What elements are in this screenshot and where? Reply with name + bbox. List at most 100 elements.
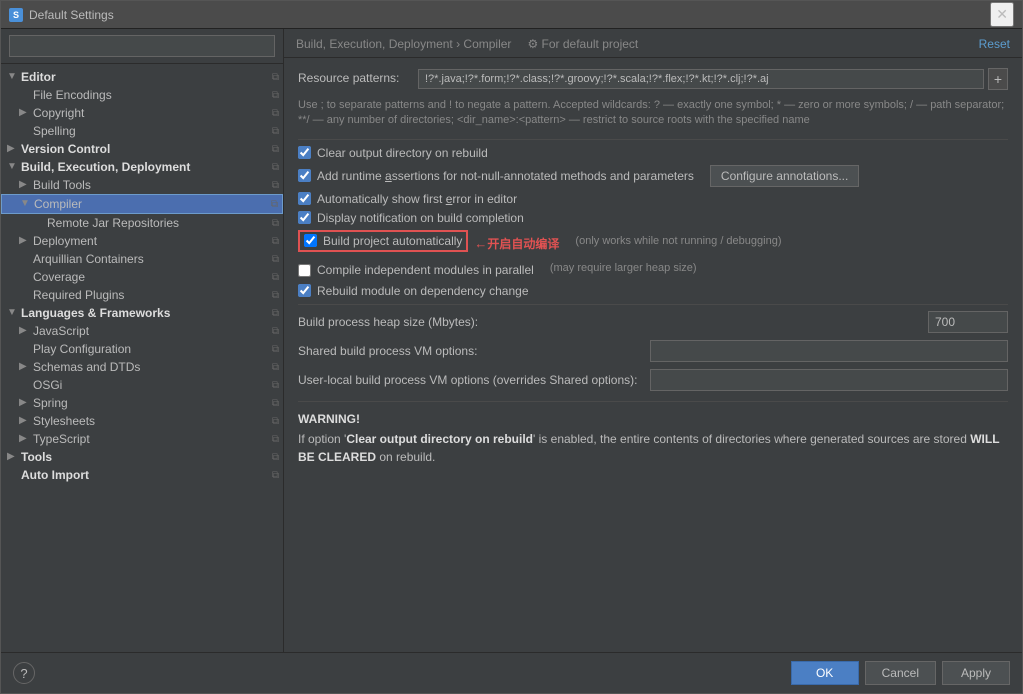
shared-vm-row: Shared build process VM options: bbox=[298, 340, 1008, 362]
runtime-assertions-row: Add runtime assertions for not-null-anno… bbox=[298, 165, 1008, 187]
compile-independent-row: Compile independent modules in parallel … bbox=[298, 262, 1008, 279]
sidebar-item-editor[interactable]: Editor ⧉ bbox=[1, 68, 283, 86]
show-first-error-checkbox[interactable] bbox=[298, 192, 311, 205]
build-auto-checkbox[interactable] bbox=[304, 234, 317, 247]
resource-patterns-label: Resource patterns: bbox=[298, 68, 418, 85]
rebuild-module-label: Rebuild module on dependency change bbox=[317, 284, 529, 298]
compile-independent-note: (may require larger heap size) bbox=[550, 262, 697, 274]
warning-box: WARNING! If option 'Clear output directo… bbox=[298, 401, 1008, 466]
runtime-assertions-checkbox[interactable] bbox=[298, 169, 311, 182]
sidebar-item-javascript[interactable]: JavaScript ⧉ bbox=[1, 322, 283, 340]
resource-patterns-input[interactable] bbox=[418, 69, 984, 89]
clear-output-checkbox[interactable] bbox=[298, 146, 311, 159]
tree-area: Editor ⧉ File Encodings ⧉ Copyright ⧉ Sp… bbox=[1, 64, 283, 652]
shared-vm-label: Shared build process VM options: bbox=[298, 344, 642, 358]
main-content: Editor ⧉ File Encodings ⧉ Copyright ⧉ Sp… bbox=[1, 29, 1022, 652]
rebuild-module-row: Rebuild module on dependency change bbox=[298, 284, 1008, 298]
sidebar-item-version-control[interactable]: Version Control ⧉ bbox=[1, 140, 283, 158]
bottom-left: ? bbox=[13, 662, 35, 684]
sidebar-item-auto-import[interactable]: Auto Import ⧉ bbox=[1, 466, 283, 484]
warning-body: If option 'Clear output directory on reb… bbox=[298, 430, 1008, 466]
compile-independent-label: Compile independent modules in parallel bbox=[317, 263, 534, 277]
rebuild-module-checkbox[interactable] bbox=[298, 284, 311, 297]
sidebar-item-schemas-dtds[interactable]: Schemas and DTDs ⧉ bbox=[1, 358, 283, 376]
display-notification-label: Display notification on build completion bbox=[317, 211, 524, 225]
expand-arrow-lf bbox=[7, 307, 19, 319]
reset-link[interactable]: Reset bbox=[979, 37, 1010, 51]
help-button[interactable]: ? bbox=[13, 662, 35, 684]
build-auto-container: Build project automatically ← 开启自动编译 (on… bbox=[298, 230, 1008, 257]
title-bar-left: S Default Settings bbox=[9, 8, 114, 22]
window-title: Default Settings bbox=[29, 8, 114, 22]
sidebar-item-spring[interactable]: Spring ⧉ bbox=[1, 394, 283, 412]
sidebar-item-remote-jar[interactable]: Remote Jar Repositories ⧉ bbox=[1, 214, 283, 232]
sidebar-item-build-tools[interactable]: Build Tools ⧉ bbox=[1, 176, 283, 194]
search-input[interactable] bbox=[9, 35, 275, 57]
search-box bbox=[1, 29, 283, 64]
resource-patterns-help: Use ; to separate patterns and ! to nega… bbox=[298, 98, 1008, 129]
default-settings-window: S Default Settings ✕ Editor ⧉ File Encod… bbox=[0, 0, 1023, 694]
expand-arrow-vc bbox=[7, 143, 19, 155]
warning-title: WARNING! bbox=[298, 412, 1008, 426]
sidebar-item-stylesheets[interactable]: Stylesheets ⧉ bbox=[1, 412, 283, 430]
cancel-button[interactable]: Cancel bbox=[865, 661, 936, 685]
compile-independent-checkbox[interactable] bbox=[298, 264, 311, 277]
compile-independent-check: Compile independent modules in parallel bbox=[298, 263, 534, 277]
heap-size-label: Build process heap size (Mbytes): bbox=[298, 315, 920, 329]
sidebar-item-build-exec-deploy[interactable]: Build, Execution, Deployment ⧉ bbox=[1, 158, 283, 176]
sidebar-item-languages-frameworks[interactable]: Languages & Frameworks ⧉ bbox=[1, 304, 283, 322]
sidebar-item-compiler[interactable]: Compiler ⧉ bbox=[1, 194, 283, 214]
expand-arrow-deployment bbox=[19, 235, 31, 247]
app-icon: S bbox=[9, 8, 23, 22]
sidebar-item-file-encodings[interactable]: File Encodings ⧉ bbox=[1, 86, 283, 104]
bottom-bar: ? OK Cancel Apply bbox=[1, 652, 1022, 693]
bottom-right: OK Cancel Apply bbox=[791, 661, 1010, 685]
sidebar-item-typescript[interactable]: TypeScript ⧉ bbox=[1, 430, 283, 448]
annotation-arrow: ← bbox=[474, 236, 487, 251]
expand-arrow-copyright bbox=[19, 107, 31, 119]
expand-arrow-stylesheets bbox=[19, 415, 31, 427]
sidebar-item-deployment[interactable]: Deployment ⧉ bbox=[1, 232, 283, 250]
sidebar-item-coverage[interactable]: Coverage ⧉ bbox=[1, 268, 283, 286]
build-auto-label: Build project automatically bbox=[323, 234, 462, 248]
expand-arrow-bed bbox=[7, 161, 19, 173]
build-auto-note: (only works while not running / debuggin… bbox=[575, 235, 781, 247]
sidebar-item-copyright[interactable]: Copyright ⧉ bbox=[1, 104, 283, 122]
add-pattern-button[interactable]: + bbox=[988, 68, 1008, 90]
expand-arrow-spring bbox=[19, 397, 31, 409]
expand-arrow-bt bbox=[19, 179, 31, 191]
shared-vm-input[interactable] bbox=[650, 340, 1008, 362]
sidebar: Editor ⧉ File Encodings ⧉ Copyright ⧉ Sp… bbox=[1, 29, 284, 652]
sidebar-item-spelling[interactable]: Spelling ⧉ bbox=[1, 122, 283, 140]
display-notification-checkbox[interactable] bbox=[298, 211, 311, 224]
sidebar-item-arquillian[interactable]: Arquillian Containers ⧉ bbox=[1, 250, 283, 268]
user-vm-row: User-local build process VM options (ove… bbox=[298, 369, 1008, 391]
runtime-assertions-label: Add runtime assertions for not-null-anno… bbox=[317, 169, 694, 183]
ok-button[interactable]: OK bbox=[791, 661, 859, 685]
apply-button[interactable]: Apply bbox=[942, 661, 1010, 685]
user-vm-label: User-local build process VM options (ove… bbox=[298, 373, 642, 387]
build-auto-highlight: Build project automatically bbox=[298, 230, 468, 252]
right-panel: Build, Execution, Deployment › Compiler … bbox=[284, 29, 1022, 652]
sidebar-item-osgi[interactable]: OSGi ⧉ bbox=[1, 376, 283, 394]
expand-arrow-compiler bbox=[20, 198, 32, 210]
user-vm-input[interactable] bbox=[650, 369, 1008, 391]
expand-arrow-editor bbox=[7, 71, 19, 83]
close-button[interactable]: ✕ bbox=[990, 2, 1014, 27]
heap-size-row: Build process heap size (Mbytes): bbox=[298, 311, 1008, 333]
right-header: Build, Execution, Deployment › Compiler … bbox=[284, 29, 1022, 58]
sidebar-item-required-plugins[interactable]: Required Plugins ⧉ bbox=[1, 286, 283, 304]
sidebar-item-tools[interactable]: Tools ⧉ bbox=[1, 448, 283, 466]
clear-output-row: Clear output directory on rebuild bbox=[298, 146, 1008, 160]
show-first-error-row: Automatically show first error in editor bbox=[298, 192, 1008, 206]
breadcrumb: Build, Execution, Deployment › Compiler bbox=[296, 37, 511, 51]
title-bar: S Default Settings ✕ bbox=[1, 1, 1022, 29]
expand-arrow-js bbox=[19, 325, 31, 337]
configure-annotations-button[interactable]: Configure annotations... bbox=[710, 165, 859, 187]
breadcrumb-for: ⚙ For default project bbox=[527, 37, 638, 51]
sidebar-item-play-configuration[interactable]: Play Configuration ⧉ bbox=[1, 340, 283, 358]
breadcrumb-area: Build, Execution, Deployment › Compiler … bbox=[296, 37, 638, 51]
resource-patterns-row: Resource patterns: + bbox=[298, 68, 1008, 90]
right-body: Resource patterns: + Use ; to separate p… bbox=[284, 58, 1022, 652]
heap-size-input[interactable] bbox=[928, 311, 1008, 333]
